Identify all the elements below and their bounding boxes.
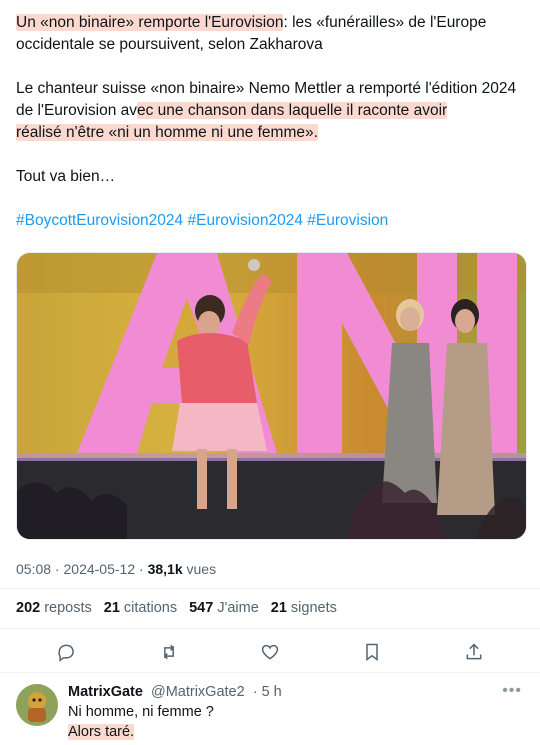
stat-count: 202	[16, 600, 41, 616]
tweet-time: 05:08	[16, 561, 52, 577]
highlighted-reply: Alors taré.	[68, 724, 135, 740]
reply-author-handle[interactable]: @MatrixGate2	[151, 684, 245, 700]
reply-header: MatrixGate @MatrixGate2 · 5 h	[68, 684, 282, 700]
views-label: vues	[182, 561, 217, 577]
hashtag-link[interactable]: #BoycottEurovision2024	[16, 212, 183, 229]
like-icon[interactable]	[256, 638, 284, 666]
hashtag-link[interactable]: #Eurovision	[307, 212, 388, 229]
stat-reposts[interactable]: 202 reposts	[16, 600, 92, 616]
highlighted-headline: Un «non binaire» remporte l'Eurovision	[16, 14, 284, 31]
tweet-paragraph-2: Le chanteur suisse «non binaire» Nemo Me…	[16, 78, 524, 144]
divider	[0, 672, 540, 673]
highlighted-text-b: réalisé n'être «ni un homme ni une femme…	[16, 124, 318, 141]
avatar[interactable]	[16, 684, 58, 726]
separator: ·	[51, 561, 64, 577]
separator: ·	[135, 561, 148, 577]
tweet-paragraph-3: Tout va bien…	[16, 168, 116, 185]
stat-label: signets	[290, 600, 337, 616]
divider	[0, 588, 540, 589]
tweet-date: 2024-05-12	[63, 561, 136, 577]
engagement-stats: 202 reposts 21 citations 547 J'aime 21 signe…	[16, 600, 337, 616]
stat-citations[interactable]: 21 citations	[104, 600, 177, 616]
stat-label: reposts	[44, 600, 92, 616]
stat-count: 21	[270, 600, 287, 616]
stat-label: J'aime	[217, 600, 259, 616]
highlighted-text-a: ec une chanson dans laquelle il raconte …	[137, 102, 448, 119]
reply-author-name[interactable]: MatrixGate	[68, 684, 143, 700]
reply-text-line-1: Ni homme, ni femme ?	[68, 704, 214, 720]
hashtags: #BoycottEurovision2024 #Eurovision2024 #…	[16, 210, 524, 232]
divider	[0, 628, 540, 629]
bookmark-icon[interactable]	[358, 638, 386, 666]
tweet-metadata: 05:08 · 2024-05-12 · 38,1k vues	[16, 561, 216, 577]
tweet-text: Un «non binaire» remporte l'Eurovision: …	[16, 12, 524, 232]
stat-count: 547	[189, 600, 214, 616]
view-count: 38,1k	[147, 561, 183, 577]
reply-text-line-2: Alors taré.	[68, 724, 135, 740]
more-options-icon[interactable]: •••	[502, 682, 522, 700]
stat-likes[interactable]: 547 J'aime	[189, 600, 259, 616]
stat-count: 21	[103, 600, 120, 616]
reply-tweet[interactable]: MatrixGate @MatrixGate2 · 5 h ••• Ni hom…	[16, 682, 526, 744]
tweet-paragraph-1: Un «non binaire» remporte l'Eurovision: …	[16, 12, 524, 56]
tweet-photo[interactable]	[16, 252, 527, 540]
hashtag-link[interactable]: #Eurovision2024	[187, 212, 302, 229]
stat-bookmarks[interactable]: 21 signets	[271, 600, 337, 616]
stage-photo-illustration	[17, 253, 526, 539]
reply-icon[interactable]	[52, 638, 80, 666]
stat-label: citations	[123, 600, 178, 616]
action-bar	[0, 638, 540, 666]
share-icon[interactable]	[460, 638, 488, 666]
repost-icon[interactable]	[155, 638, 183, 666]
reply-time: · 5 h	[252, 684, 282, 700]
